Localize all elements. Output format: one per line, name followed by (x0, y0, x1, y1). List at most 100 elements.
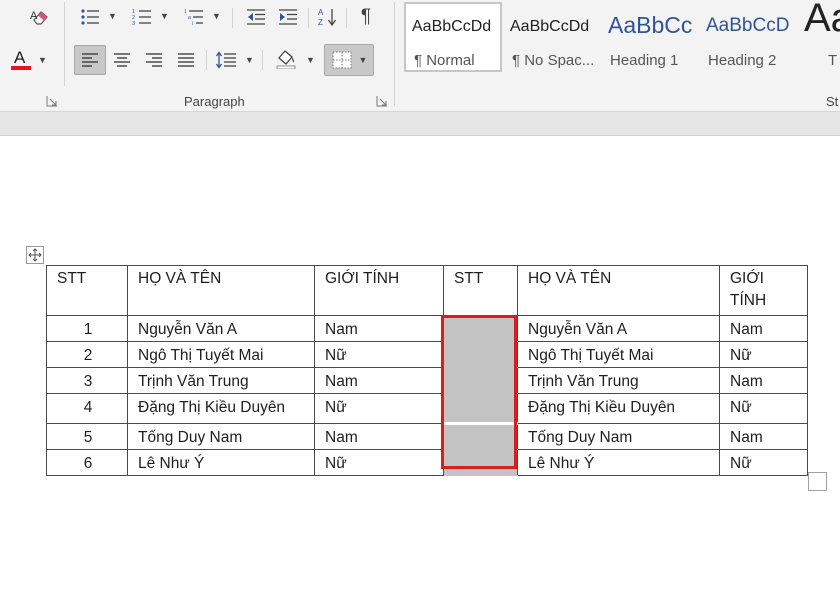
separator (206, 50, 207, 70)
justify-button[interactable] (172, 48, 200, 72)
cell-stt-2-empty[interactable] (443, 341, 518, 368)
borders-dropdown-icon[interactable]: ▼ (359, 55, 368, 65)
cell-name[interactable]: Đặng Thị Kiều Duyên (127, 393, 315, 424)
bullets-button[interactable] (76, 5, 104, 29)
cell-stt[interactable]: 2 (46, 341, 128, 368)
cell-gender-2[interactable]: Nữ (719, 341, 808, 368)
svg-text:Z: Z (318, 18, 323, 27)
multilevel-list-icon: 1 a i (184, 9, 203, 26)
line-spacing-dropdown-icon[interactable]: ▼ (245, 55, 254, 65)
eraser-icon: A (30, 10, 48, 25)
multilevel-list-button[interactable]: 1 a i (180, 5, 208, 29)
separator (262, 50, 263, 70)
numbering-dropdown-icon[interactable]: ▼ (160, 11, 169, 21)
svg-text:a: a (188, 15, 191, 21)
cell-gender-2[interactable]: Nam (719, 423, 808, 450)
cell-gender[interactable]: Nữ (314, 449, 444, 476)
shading-button[interactable] (270, 46, 302, 70)
table-resize-handle[interactable] (808, 472, 827, 491)
borders-button[interactable]: ▼ (324, 44, 374, 76)
align-left-icon (82, 53, 98, 67)
svg-text:A: A (318, 8, 324, 17)
multilevel-list-dropdown-icon[interactable]: ▼ (212, 11, 221, 21)
table-move-handle[interactable] (26, 246, 44, 264)
cell-name[interactable]: Lê Như Ý (127, 449, 315, 476)
show-formatting-button[interactable]: ¶ (352, 5, 380, 29)
numbering-icon: 1 2 3 (132, 9, 151, 26)
cell-name-2[interactable]: Lê Như Ý (517, 449, 720, 476)
show-formatting-icon: ¶ (360, 6, 372, 27)
cell-stt-2-empty[interactable] (443, 449, 518, 476)
cell-stt-2-empty[interactable] (443, 393, 518, 424)
cell-name-2[interactable]: Đặng Thị Kiều Duyên (517, 393, 720, 424)
cell-name-2[interactable]: Tống Duy Nam (517, 423, 720, 450)
header-name-2[interactable]: HỌ VÀ TÊN (517, 265, 720, 316)
numbering-button[interactable]: 1 2 3 (128, 5, 156, 29)
cell-gender-2[interactable]: Nữ (719, 449, 808, 476)
cell-stt-2-empty[interactable] (443, 367, 518, 394)
font-color-button[interactable]: A (6, 48, 36, 72)
font-color-dropdown-icon[interactable]: ▼ (38, 55, 47, 65)
cell-stt-2-empty[interactable] (443, 315, 518, 342)
styles-gallery: AaBbCcDd ¶ Normal AaBbCcDd ¶ No Spac... … (404, 0, 840, 80)
increase-indent-button[interactable] (274, 5, 302, 29)
cell-name-2[interactable]: Nguyễn Văn A (517, 315, 720, 342)
cell-gender[interactable]: Nam (314, 367, 444, 394)
data-table: STT HỌ VÀ TÊN GIỚI TÍNH STT HỌ VÀ TÊN GI… (46, 265, 808, 476)
cell-name-2[interactable]: Ngô Thị Tuyết Mai (517, 341, 720, 368)
cell-name[interactable]: Tống Duy Nam (127, 423, 315, 450)
cell-gender[interactable]: Nam (314, 423, 444, 450)
cell-stt-2-empty[interactable] (443, 422, 518, 450)
cell-gender[interactable]: Nữ (314, 341, 444, 368)
ribbon: A A ▼ ▼ 1 2 3 ▼ 1 a i ▼ A Z ¶ ▼ ▼ ▼ Para… (0, 0, 840, 112)
style-heading-2[interactable]: AaBbCcD Heading 2 (700, 2, 798, 72)
cell-gender-2[interactable]: Nữ (719, 393, 808, 424)
style-no-spacing[interactable]: AaBbCcDd ¶ No Spac... (504, 2, 602, 72)
line-spacing-button[interactable] (212, 48, 240, 72)
table-row: 3 Trịnh Văn Trung Nam Trịnh Văn Trung Na… (46, 367, 808, 394)
cell-gender[interactable]: Nữ (314, 393, 444, 424)
svg-text:1: 1 (184, 9, 187, 15)
decrease-indent-button[interactable] (242, 5, 270, 29)
cell-stt[interactable]: 4 (46, 393, 128, 424)
header-stt-2[interactable]: STT (443, 265, 518, 316)
sort-button[interactable]: A Z (314, 5, 342, 29)
style-heading-1[interactable]: AaBbCc Heading 1 (602, 2, 700, 72)
center-icon (114, 53, 130, 67)
cell-name-2[interactable]: Trịnh Văn Trung (517, 367, 720, 394)
align-right-button[interactable] (140, 48, 168, 72)
cell-stt[interactable]: 5 (46, 423, 128, 450)
cell-gender-2[interactable]: Nam (719, 315, 808, 342)
cell-stt[interactable]: 3 (46, 367, 128, 394)
bullets-dropdown-icon[interactable]: ▼ (108, 11, 117, 21)
separator (308, 8, 309, 28)
style-title[interactable]: Aa T (802, 2, 840, 72)
align-left-button[interactable] (74, 45, 106, 75)
clear-formatting-button[interactable]: A (26, 5, 54, 29)
header-name[interactable]: HỌ VÀ TÊN (127, 265, 315, 316)
cell-name[interactable]: Nguyễn Văn A (127, 315, 315, 342)
shading-icon (276, 50, 296, 69)
cell-gender[interactable]: Nam (314, 315, 444, 342)
borders-icon (332, 51, 352, 69)
header-stt[interactable]: STT (46, 265, 128, 316)
header-gender[interactable]: GIỚI TÍNH (314, 265, 444, 316)
cell-stt[interactable]: 6 (46, 449, 128, 476)
move-icon (28, 248, 42, 262)
header-gender-2[interactable]: GIỚI TÍNH (719, 265, 808, 316)
ruler-strip (0, 112, 840, 136)
shading-dropdown-icon[interactable]: ▼ (306, 55, 315, 65)
line-spacing-icon (215, 51, 236, 69)
svg-text:3: 3 (132, 21, 135, 26)
style-normal[interactable]: AaBbCcDd ¶ Normal (404, 2, 502, 72)
cell-gender-2[interactable]: Nam (719, 367, 808, 394)
cell-stt[interactable]: 1 (46, 315, 128, 342)
svg-text:i: i (192, 21, 193, 26)
paragraph-dialog-launcher-icon[interactable] (376, 95, 388, 107)
cell-name[interactable]: Ngô Thị Tuyết Mai (127, 341, 315, 368)
cell-name[interactable]: Trịnh Văn Trung (127, 367, 315, 394)
table-row: 6 Lê Như Ý Nữ Lê Như Ý Nữ (46, 449, 808, 476)
center-button[interactable] (108, 48, 136, 72)
separator (394, 2, 395, 106)
dialog-launcher-icon[interactable] (46, 95, 58, 107)
